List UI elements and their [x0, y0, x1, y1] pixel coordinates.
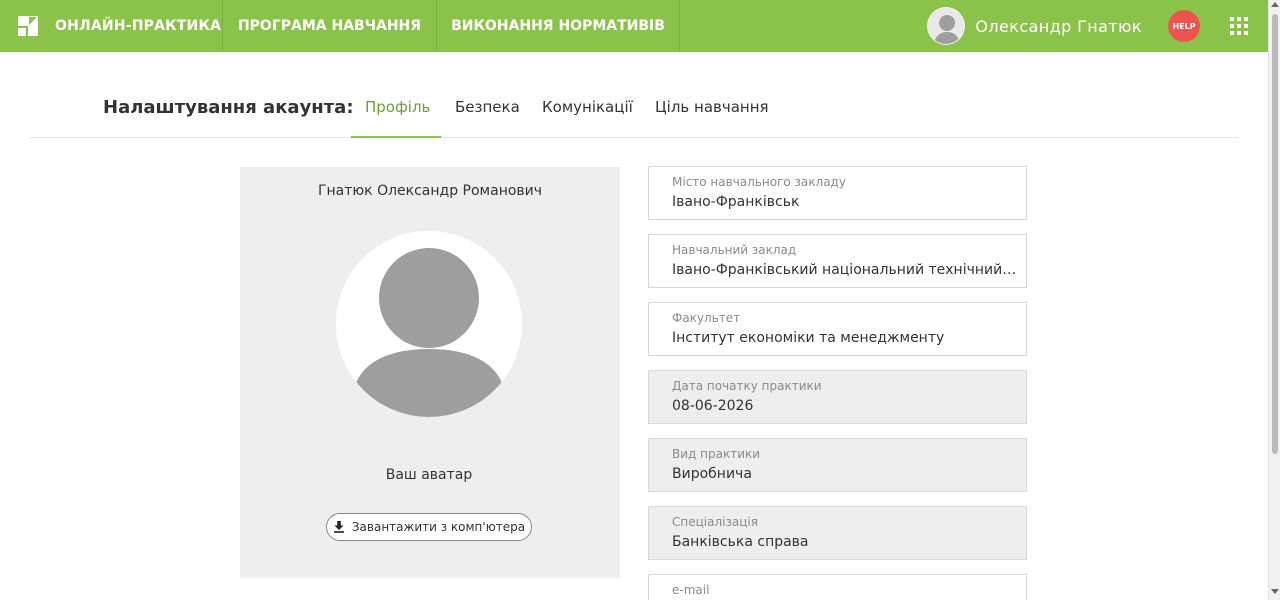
logo-text: ОНЛАЙН-ПРАКТИКА	[55, 18, 222, 34]
avatar-caption: Ваш аватар	[385, 467, 473, 483]
field-label: Місто навчального закладу	[672, 175, 846, 189]
faculty-field[interactable]: Факультет Інститут економіки та менеджме…	[648, 302, 1027, 356]
page-scrollbar[interactable]	[1268, 0, 1280, 600]
field-label: Факультет	[672, 311, 741, 325]
scroll-thumb[interactable]	[1272, 14, 1278, 454]
tab-learning-goal[interactable]: Ціль навчання	[655, 98, 769, 116]
logo-link[interactable]: ОНЛАЙН-ПРАКТИКА	[0, 0, 223, 52]
help-button[interactable]: HELP	[1168, 10, 1200, 42]
avatar-placeholder-icon	[336, 231, 522, 417]
active-tab-indicator	[351, 136, 441, 138]
user-avatar-icon	[928, 8, 965, 44]
nav-standards[interactable]: ВИКОНАННЯ НОРМАТИВІВ	[437, 0, 680, 52]
tab-security[interactable]: Безпека	[455, 98, 520, 116]
field-label: Навчальний заклад	[672, 243, 797, 257]
user-name[interactable]: Олександр Гнатюк	[975, 17, 1142, 36]
top-navigation-bar: ОНЛАЙН-ПРАКТИКА ПРОГРАМА НАВЧАННЯ ВИКОНА…	[0, 0, 1268, 52]
field-value: Виробнича	[672, 466, 752, 482]
tab-profile[interactable]: Профіль	[365, 98, 430, 116]
tab-communications[interactable]: Комунікації	[542, 98, 633, 116]
field-label: Вид практики	[672, 447, 761, 461]
field-label: Дата початку практики	[672, 379, 822, 393]
scroll-down-icon[interactable]	[1271, 589, 1279, 594]
profile-card: Гнатюк Олександр Романович Ваш аватар За…	[240, 167, 620, 578]
profile-full-name: Гнатюк Олександр Романович	[317, 183, 543, 199]
field-label: e-mail	[672, 583, 710, 597]
field-value: 08-06-2026	[672, 398, 754, 414]
profile-avatar	[336, 231, 522, 417]
field-value: Банківська справа	[672, 534, 809, 550]
practice-start-date-field: Дата початку практики 08-06-2026	[648, 370, 1027, 424]
email-field[interactable]: e-mail	[648, 574, 1027, 600]
upload-avatar-button[interactable]: Завантажити з комп'ютера	[326, 513, 532, 541]
nav-training-program[interactable]: ПРОГРАМА НАВЧАННЯ	[223, 0, 437, 52]
field-label: Спеціалізація	[672, 515, 758, 529]
practice-type-field: Вид практики Виробнича	[648, 438, 1027, 492]
field-value[interactable]: Інститут економіки та менеджменту	[672, 330, 1017, 346]
field-value[interactable]: Івано-Франківськ	[672, 194, 1017, 210]
page-title: Налаштування акаунта:	[103, 97, 354, 118]
account-settings-header: Налаштування акаунта: Профіль Безпека Ко…	[28, 80, 1238, 138]
field-value[interactable]: Івано-Франківський національний технічни…	[672, 262, 1017, 278]
user-menu[interactable]: Олександр Гнатюк HELP	[927, 0, 1268, 52]
apps-grid-icon[interactable]	[1230, 17, 1248, 35]
download-icon	[333, 521, 344, 533]
specialization-field: Спеціалізація Банківська справа	[648, 506, 1027, 560]
upload-button-label: Завантажити з комп'ютера	[351, 520, 526, 534]
institution-field[interactable]: Навчальний заклад Івано-Франківський нац…	[648, 234, 1027, 288]
logo-icon	[18, 16, 38, 36]
city-field[interactable]: Місто навчального закладу Івано-Франківс…	[648, 166, 1027, 220]
user-avatar[interactable]	[927, 7, 966, 45]
scroll-up-icon[interactable]	[1271, 2, 1279, 7]
